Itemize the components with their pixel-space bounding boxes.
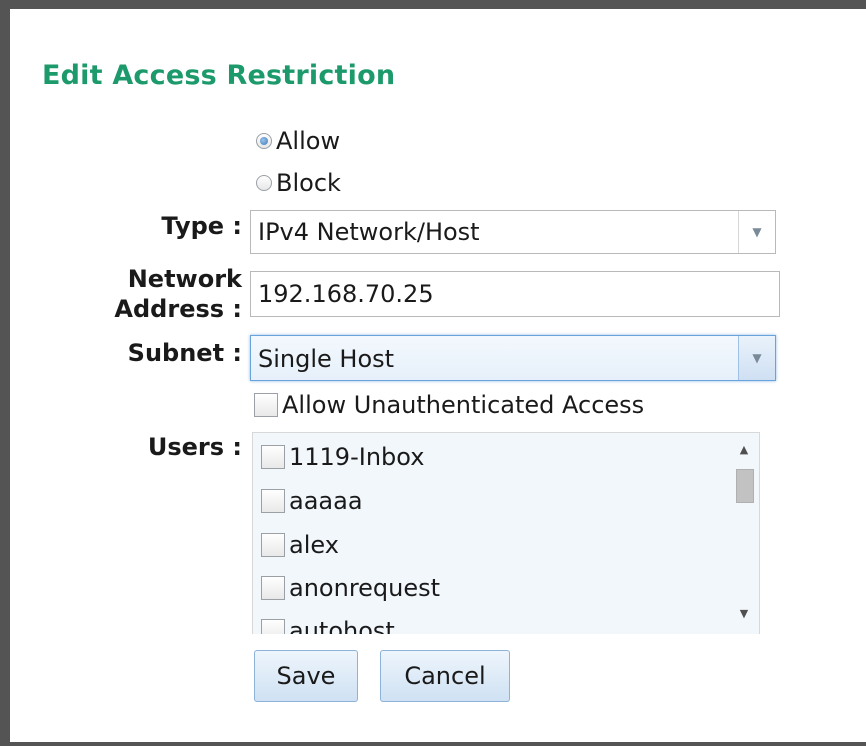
list-item[interactable]: alex: [261, 531, 339, 559]
network-address-label-line2: Address :: [114, 295, 242, 323]
network-address-value: 192.168.70.25: [258, 280, 434, 308]
user-name: alex: [289, 531, 339, 559]
type-select-value: IPv4 Network/Host: [258, 218, 480, 246]
subnet-label: Subnet :: [127, 339, 242, 367]
user-checkbox[interactable]: [261, 445, 285, 469]
user-checkbox[interactable]: [261, 619, 285, 634]
users-label: Users :: [147, 433, 242, 461]
window-frame-left: [0, 0, 10, 746]
user-name: autohost: [289, 617, 395, 634]
user-checkbox[interactable]: [261, 489, 285, 513]
user-checkbox[interactable]: [261, 576, 285, 600]
list-item[interactable]: anonrequest: [261, 574, 440, 602]
network-address-label: Network Address :: [42, 264, 242, 324]
chevron-down-icon[interactable]: ▼: [738, 211, 775, 253]
radio-allow-label: Allow: [276, 127, 341, 155]
scroll-up-arrow-icon[interactable]: ▲: [729, 439, 759, 461]
allow-unauthenticated-checkbox[interactable]: [254, 393, 278, 417]
dialog-title: Edit Access Restriction: [42, 60, 396, 91]
subnet-select[interactable]: Single Host ▼: [250, 335, 776, 381]
cancel-button[interactable]: Cancel: [380, 650, 510, 702]
user-checkbox[interactable]: [261, 533, 285, 557]
allow-unauthenticated-checkbox-row[interactable]: Allow Unauthenticated Access: [254, 391, 644, 419]
radio-block-button[interactable]: [256, 175, 272, 191]
radio-allow[interactable]: Allow: [256, 127, 340, 155]
list-item[interactable]: aaaaa: [261, 487, 363, 515]
network-address-input[interactable]: 192.168.70.25: [250, 271, 780, 317]
radio-block[interactable]: Block: [256, 169, 341, 197]
users-scrollbar[interactable]: ▲ ▼: [729, 433, 759, 634]
chevron-down-icon[interactable]: ▼: [738, 336, 775, 380]
user-name: 1119-Inbox: [289, 443, 425, 471]
scroll-thumb[interactable]: [736, 469, 754, 503]
radio-allow-button[interactable]: [256, 133, 272, 149]
type-select[interactable]: IPv4 Network/Host ▼: [250, 210, 776, 254]
radio-block-label: Block: [276, 169, 341, 197]
list-item[interactable]: 1119-Inbox: [261, 443, 424, 471]
network-address-label-line1: Network: [127, 265, 242, 293]
user-name: anonrequest: [289, 574, 441, 602]
window-frame-bottom: [0, 742, 866, 746]
window-frame-top: [0, 0, 866, 9]
users-list[interactable]: 1119-Inbox aaaaa alex anonrequest autoho…: [252, 432, 760, 634]
subnet-select-value: Single Host: [258, 345, 395, 373]
type-label: Type :: [161, 212, 242, 240]
allow-unauthenticated-label: Allow Unauthenticated Access: [282, 391, 645, 419]
list-item[interactable]: autohost: [261, 617, 395, 634]
scroll-down-arrow-icon[interactable]: ▼: [729, 603, 759, 625]
save-button[interactable]: Save: [254, 650, 358, 702]
user-name: aaaaa: [289, 487, 363, 515]
